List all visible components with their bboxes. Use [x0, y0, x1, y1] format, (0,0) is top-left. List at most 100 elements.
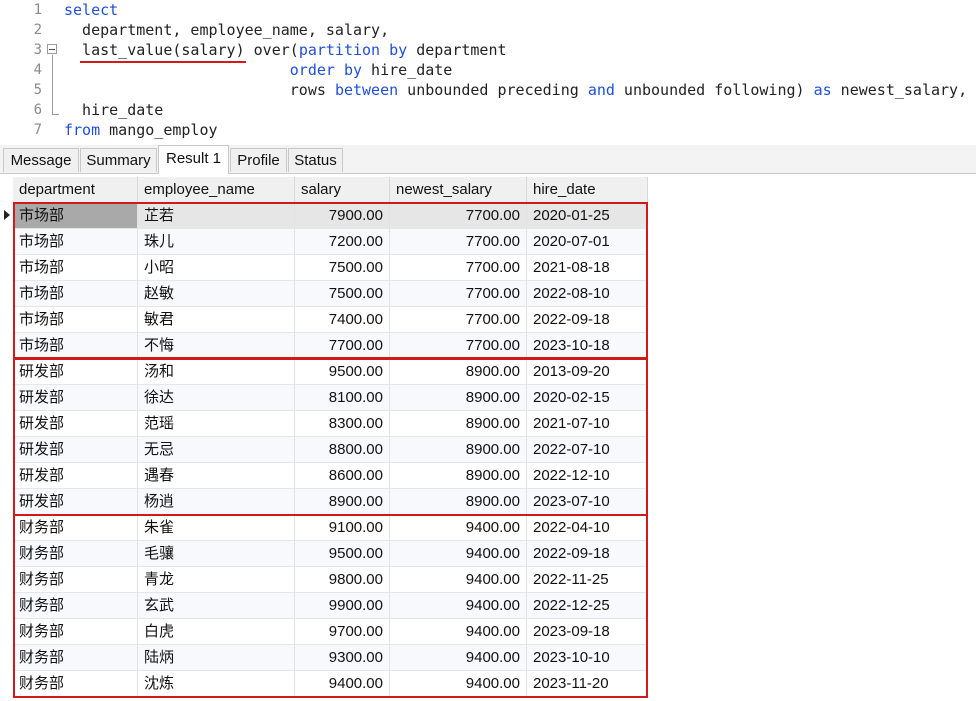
salary-cell[interactable]: 7200.00 — [295, 229, 390, 255]
employee-name-cell[interactable]: 玄武 — [138, 593, 295, 619]
salary-cell[interactable]: 7500.00 — [295, 281, 390, 307]
newest-salary-cell[interactable]: 8900.00 — [390, 385, 527, 411]
tab-summary[interactable]: Summary — [80, 148, 157, 172]
department-cell[interactable]: 财务部 — [13, 515, 138, 541]
department-cell[interactable]: 研发部 — [13, 385, 138, 411]
department-cell[interactable]: 财务部 — [13, 619, 138, 645]
hire-date-cell[interactable]: 2013-09-20 — [527, 359, 648, 385]
employee-name-cell[interactable]: 杨逍 — [138, 489, 295, 515]
hire-date-cell[interactable]: 2022-12-25 — [527, 593, 648, 619]
table-row[interactable]: 财务部 青龙 9800.00 9400.00 2022-11-25 — [13, 567, 648, 593]
employee-name-cell[interactable]: 陆炳 — [138, 645, 295, 671]
department-cell[interactable]: 市场部 — [13, 333, 138, 359]
department-cell[interactable]: 研发部 — [13, 359, 138, 385]
employee-name-cell[interactable]: 青龙 — [138, 567, 295, 593]
column-header-department[interactable]: department — [13, 177, 138, 203]
hire-date-cell[interactable]: 2020-02-15 — [527, 385, 648, 411]
employee-name-cell[interactable]: 赵敏 — [138, 281, 295, 307]
salary-cell[interactable]: 9500.00 — [295, 541, 390, 567]
hire-date-cell[interactable]: 2021-08-18 — [527, 255, 648, 281]
salary-cell[interactable]: 8900.00 — [295, 489, 390, 515]
hire-date-cell[interactable]: 2022-04-10 — [527, 515, 648, 541]
fold-toggle-icon[interactable] — [47, 44, 57, 54]
newest-salary-cell[interactable]: 9400.00 — [390, 619, 527, 645]
table-row[interactable]: 财务部 陆炳 9300.00 9400.00 2023-10-10 — [13, 645, 648, 671]
table-row[interactable]: 市场部 珠儿 7200.00 7700.00 2020-07-01 — [13, 229, 648, 255]
salary-cell[interactable]: 9100.00 — [295, 515, 390, 541]
hire-date-cell[interactable]: 2021-07-10 — [527, 411, 648, 437]
column-header-newest-salary[interactable]: newest_salary — [390, 177, 527, 203]
department-cell[interactable]: 市场部 — [13, 229, 138, 255]
salary-cell[interactable]: 9900.00 — [295, 593, 390, 619]
table-row[interactable]: 研发部 徐达 8100.00 8900.00 2020-02-15 — [13, 385, 648, 411]
table-row[interactable]: 研发部 汤和 9500.00 8900.00 2013-09-20 — [13, 359, 648, 385]
newest-salary-cell[interactable]: 7700.00 — [390, 255, 527, 281]
table-row[interactable]: 财务部 沈炼 9400.00 9400.00 2023-11-20 — [13, 671, 648, 697]
employee-name-cell[interactable]: 小昭 — [138, 255, 295, 281]
department-cell[interactable]: 研发部 — [13, 411, 138, 437]
employee-name-cell[interactable]: 汤和 — [138, 359, 295, 385]
employee-name-cell[interactable]: 敏君 — [138, 307, 295, 333]
employee-name-cell[interactable]: 不悔 — [138, 333, 295, 359]
salary-cell[interactable]: 7500.00 — [295, 255, 390, 281]
department-cell[interactable]: 财务部 — [13, 645, 138, 671]
tab-profile[interactable]: Profile — [230, 148, 287, 172]
department-cell[interactable]: 财务部 — [13, 593, 138, 619]
employee-name-cell[interactable]: 范瑶 — [138, 411, 295, 437]
employee-name-cell[interactable]: 朱雀 — [138, 515, 295, 541]
salary-cell[interactable]: 9800.00 — [295, 567, 390, 593]
column-header-employee-name[interactable]: employee_name — [138, 177, 295, 203]
newest-salary-cell[interactable]: 7700.00 — [390, 203, 527, 229]
table-row[interactable]: 研发部 范瑶 8300.00 8900.00 2021-07-10 — [13, 411, 648, 437]
hire-date-cell[interactable]: 2023-11-20 — [527, 671, 648, 697]
newest-salary-cell[interactable]: 8900.00 — [390, 359, 527, 385]
newest-salary-cell[interactable]: 8900.00 — [390, 463, 527, 489]
tab-message[interactable]: Message — [3, 148, 79, 172]
hire-date-cell[interactable]: 2023-10-10 — [527, 645, 648, 671]
newest-salary-cell[interactable]: 8900.00 — [390, 411, 527, 437]
newest-salary-cell[interactable]: 8900.00 — [390, 437, 527, 463]
employee-name-cell[interactable]: 白虎 — [138, 619, 295, 645]
table-row[interactable]: 研发部 无忌 8800.00 8900.00 2022-07-10 — [13, 437, 648, 463]
department-cell[interactable]: 财务部 — [13, 671, 138, 697]
hire-date-cell[interactable]: 2022-09-18 — [527, 541, 648, 567]
hire-date-cell[interactable]: 2022-08-10 — [527, 281, 648, 307]
salary-cell[interactable]: 9400.00 — [295, 671, 390, 697]
table-row[interactable]: 财务部 朱雀 9100.00 9400.00 2022-04-10 — [13, 515, 648, 541]
table-row[interactable]: 研发部 遇春 8600.00 8900.00 2022-12-10 — [13, 463, 648, 489]
newest-salary-cell[interactable]: 8900.00 — [390, 489, 527, 515]
salary-cell[interactable]: 8800.00 — [295, 437, 390, 463]
tab-status[interactable]: Status — [288, 148, 343, 172]
table-row[interactable]: 财务部 白虎 9700.00 9400.00 2023-09-18 — [13, 619, 648, 645]
newest-salary-cell[interactable]: 7700.00 — [390, 229, 527, 255]
salary-cell[interactable]: 7900.00 — [295, 203, 390, 229]
sql-editor[interactable]: 1 select 2 department, employee_name, sa… — [0, 0, 976, 142]
hire-date-cell[interactable]: 2022-12-10 — [527, 463, 648, 489]
hire-date-cell[interactable]: 2022-11-25 — [527, 567, 648, 593]
table-row[interactable]: 市场部 小昭 7500.00 7700.00 2021-08-18 — [13, 255, 648, 281]
hire-date-cell[interactable]: 2020-01-25 — [527, 203, 648, 229]
table-row[interactable]: 市场部 赵敏 7500.00 7700.00 2022-08-10 — [13, 281, 648, 307]
department-cell[interactable]: 研发部 — [13, 489, 138, 515]
department-cell[interactable]: 研发部 — [13, 463, 138, 489]
newest-salary-cell[interactable]: 9400.00 — [390, 541, 527, 567]
newest-salary-cell[interactable]: 7700.00 — [390, 333, 527, 359]
hire-date-cell[interactable]: 2020-07-01 — [527, 229, 648, 255]
hire-date-cell[interactable]: 2023-09-18 — [527, 619, 648, 645]
newest-salary-cell[interactable]: 9400.00 — [390, 593, 527, 619]
employee-name-cell[interactable]: 珠儿 — [138, 229, 295, 255]
salary-cell[interactable]: 9700.00 — [295, 619, 390, 645]
newest-salary-cell[interactable]: 9400.00 — [390, 671, 527, 697]
table-row[interactable]: 市场部 敏君 7400.00 7700.00 2022-09-18 — [13, 307, 648, 333]
table-row[interactable]: 财务部 毛骧 9500.00 9400.00 2022-09-18 — [13, 541, 648, 567]
hire-date-cell[interactable]: 2022-07-10 — [527, 437, 648, 463]
table-row[interactable]: 财务部 玄武 9900.00 9400.00 2022-12-25 — [13, 593, 648, 619]
tab-result-1[interactable]: Result 1 — [158, 145, 229, 174]
salary-cell[interactable]: 7400.00 — [295, 307, 390, 333]
hire-date-cell[interactable]: 2023-07-10 — [527, 489, 648, 515]
hire-date-cell[interactable]: 2022-09-18 — [527, 307, 648, 333]
column-header-hire-date[interactable]: hire_date — [527, 177, 648, 203]
table-row[interactable]: 市场部 芷若 7900.00 7700.00 2020-01-25 — [13, 203, 648, 229]
employee-name-cell[interactable]: 芷若 — [138, 203, 295, 229]
salary-cell[interactable]: 8300.00 — [295, 411, 390, 437]
